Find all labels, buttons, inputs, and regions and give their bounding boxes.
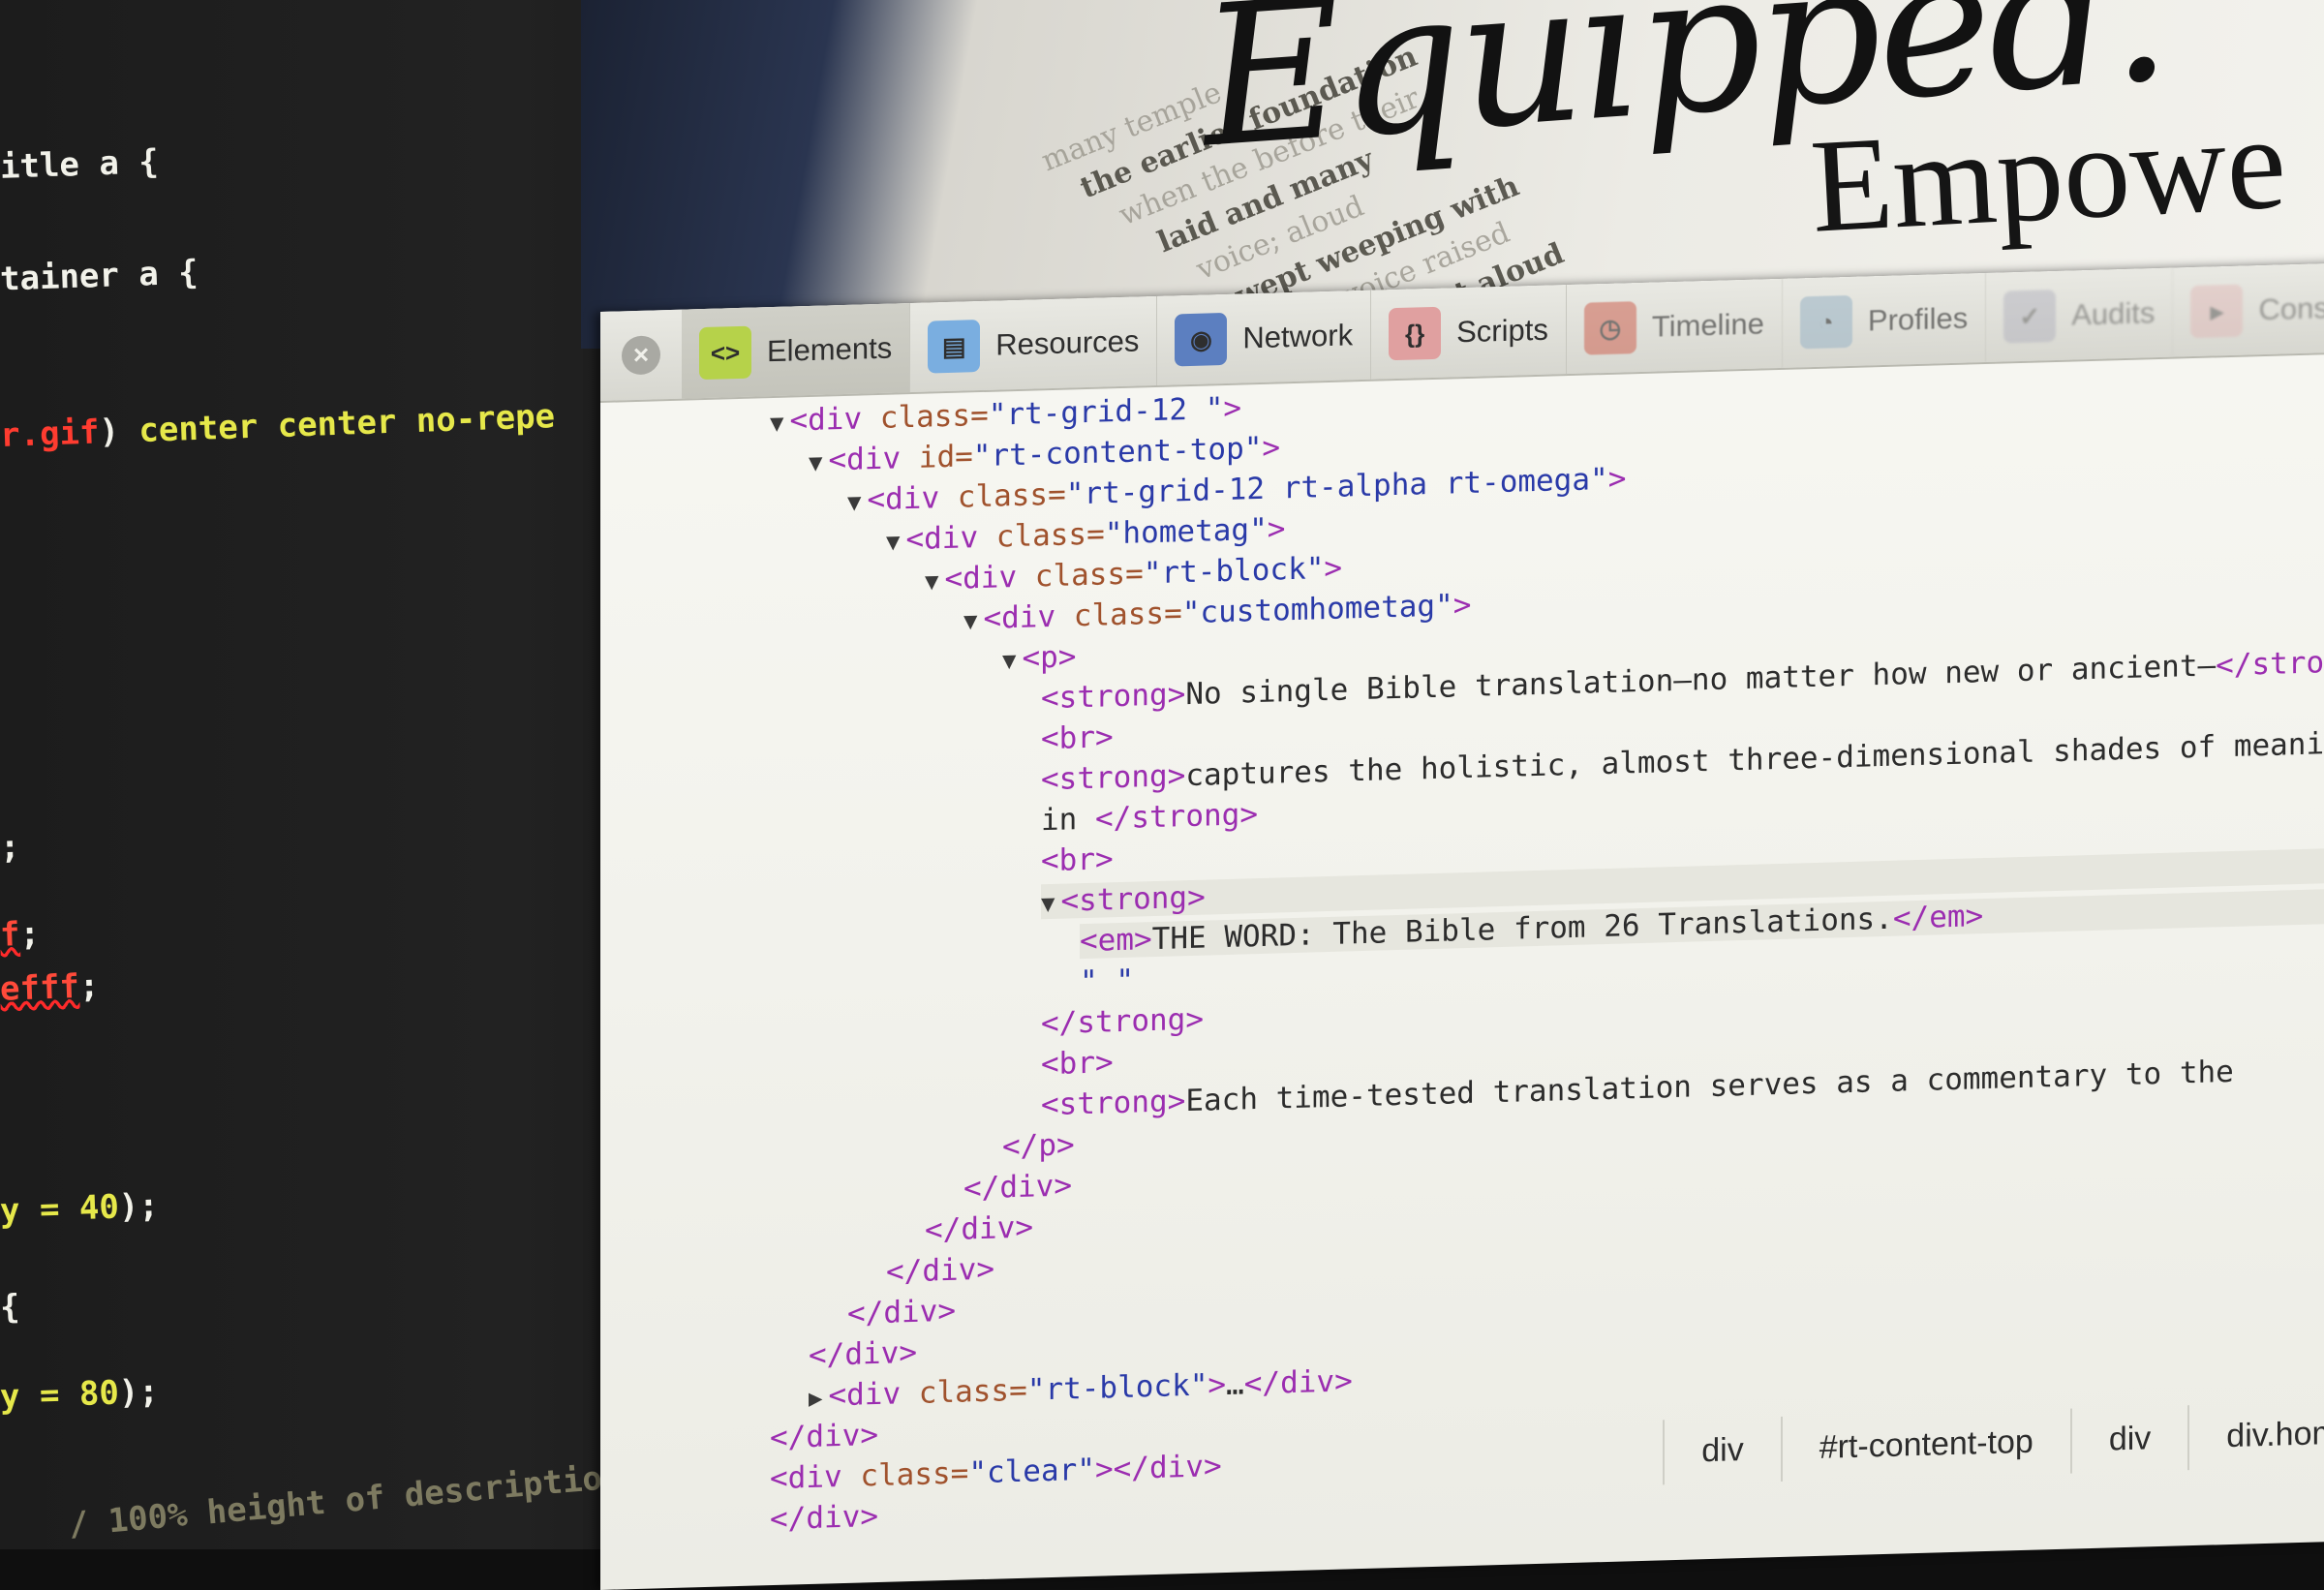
dom-node-text: </div> <box>809 1334 917 1373</box>
code-line: r.gif) center center no-repe <box>0 397 556 455</box>
tab-elements[interactable]: <> Elements <box>682 303 911 399</box>
dom-node[interactable]: </div> <box>809 1335 917 1373</box>
dom-node-text: <br> <box>1041 1045 1114 1083</box>
code-token: r.gif <box>0 413 101 455</box>
code-line: y = 80); <box>0 1372 159 1417</box>
close-icon[interactable]: × <box>622 335 660 376</box>
code-token: ; <box>0 827 21 868</box>
tab-label: Timeline <box>1651 306 1764 344</box>
dom-node[interactable]: </div> <box>770 1499 878 1537</box>
dom-node[interactable]: <br> <box>1041 841 1114 878</box>
code-token: y = 80 <box>0 1373 120 1417</box>
tab-timeline[interactable]: ◷ Timeline <box>1566 278 1783 375</box>
dom-node-text: </div> <box>925 1209 1033 1248</box>
dom-node[interactable]: </strong> <box>1041 1002 1204 1042</box>
tab-scripts[interactable]: {} Scripts <box>1371 285 1567 380</box>
tab-resources[interactable]: ▤ Resources <box>910 295 1158 393</box>
collapse-triangle-icon[interactable]: ▼ <box>963 607 977 634</box>
scripts-icon: {} <box>1389 306 1442 361</box>
dom-node-text: <br> <box>1041 719 1114 757</box>
dom-node[interactable]: </p> <box>1002 1127 1075 1164</box>
code-line: y = 40); <box>0 1186 159 1231</box>
dom-node[interactable]: </div> <box>847 1294 956 1331</box>
profiles-icon: ◔ <box>1799 294 1852 350</box>
code-token: / 100% height of description <box>67 1457 624 1544</box>
elements-icon: <> <box>699 325 751 381</box>
tab-console[interactable]: ▸ Console <box>2173 261 2324 357</box>
dom-node-text: </div> <box>847 1293 956 1331</box>
devtools-panel: × <> Elements ▤ Resources ◉ Network {} Scripts ◷… <box>600 260 2324 1590</box>
tab-profiles[interactable]: ◔ Profiles <box>1782 273 1987 368</box>
collapse-triangle-icon[interactable]: ▼ <box>847 488 861 515</box>
breadcrumb-item[interactable]: div.hometag <box>2187 1397 2324 1471</box>
dom-node[interactable]: </div> <box>925 1210 1033 1248</box>
dom-node-text: </strong> <box>1041 1001 1204 1042</box>
dom-node-text: in </strong> <box>1041 797 1258 839</box>
collapse-triangle-icon[interactable]: ▼ <box>886 528 900 555</box>
console-icon: ▸ <box>2190 284 2244 339</box>
code-line: / 100% height of description <box>67 1457 623 1544</box>
dom-node-text: <br> <box>1041 841 1114 879</box>
tab-label: Resources <box>995 323 1140 362</box>
code-line: f; <box>0 914 41 954</box>
code-line: { <box>0 1288 20 1328</box>
code-token: ; <box>18 914 41 954</box>
tab-label: Elements <box>767 330 893 369</box>
code-token: itle a { <box>0 142 160 187</box>
tab-label: Scripts <box>1456 312 1548 350</box>
collapse-triangle-icon[interactable]: ▼ <box>1041 890 1055 917</box>
tab-label: Network <box>1242 318 1354 355</box>
code-line: itle a { <box>0 142 159 187</box>
collapse-triangle-icon[interactable]: ▼ <box>1002 647 1016 674</box>
code-token: y = 40 <box>0 1187 120 1231</box>
timeline-icon: ◷ <box>1583 301 1636 355</box>
dom-node-text: </div> <box>963 1168 1072 1207</box>
resources-icon: ▤ <box>928 320 981 374</box>
code-token: { <box>0 1287 21 1328</box>
dom-node[interactable]: " " <box>1080 963 1134 1000</box>
collapse-triangle-icon[interactable]: ▼ <box>809 449 822 476</box>
tab-label: Console <box>2258 289 2324 327</box>
dom-node[interactable]: <br> <box>1041 1045 1114 1082</box>
network-icon: ◉ <box>1175 312 1228 367</box>
dom-node-text: " " <box>1080 963 1134 1000</box>
audits-icon: ✓ <box>2003 290 2057 344</box>
code-token: ); <box>118 1186 160 1227</box>
code-line: ; <box>0 828 20 868</box>
dom-node[interactable]: <br> <box>1041 719 1114 756</box>
collapse-triangle-icon[interactable]: ▼ <box>770 410 783 437</box>
dom-node[interactable]: </div> <box>770 1418 878 1455</box>
code-token: ); <box>118 1372 160 1413</box>
dom-node[interactable]: ▼ <p> <box>1002 639 1076 676</box>
collapse-triangle-icon[interactable]: ▼ <box>925 567 938 595</box>
tab-network[interactable]: ◉ Network <box>1157 290 1372 385</box>
expand-triangle-icon[interactable]: ▶ <box>809 1385 822 1412</box>
dom-node-text: </div> <box>770 1498 878 1538</box>
dom-node-text: </div> <box>770 1417 878 1456</box>
dom-node[interactable]: </div> <box>963 1168 1072 1206</box>
dom-node-text: </div> <box>886 1251 994 1290</box>
breadcrumb-item[interactable]: div <box>1663 1416 1781 1485</box>
code-token: ) <box>98 412 140 452</box>
website-title: Empowe <box>1807 87 2290 260</box>
dom-node-text: <strong> <box>1060 879 1206 919</box>
tab-label: Profiles <box>1867 300 1969 338</box>
tab-audits[interactable]: ✓ Audits <box>1986 267 2174 363</box>
dom-node[interactable]: in </strong> <box>1041 797 1258 838</box>
code-token: center center no-repe <box>138 397 556 450</box>
code-token: ; <box>78 966 101 1006</box>
code-token: f <box>0 915 21 955</box>
dom-node-text: </p> <box>1002 1127 1075 1165</box>
breadcrumb-item[interactable]: div <box>2069 1405 2188 1474</box>
dom-node[interactable]: </div> <box>886 1252 994 1290</box>
code-line: tainer a { <box>0 253 199 298</box>
breadcrumb-item[interactable]: #rt-content-top <box>1780 1408 2070 1482</box>
code-token: efff <box>0 966 80 1009</box>
tab-label: Audits <box>2071 295 2156 332</box>
code-line: efff; <box>0 966 100 1009</box>
dom-node-text: <p> <box>1022 639 1077 676</box>
code-token: tainer a { <box>0 253 199 299</box>
